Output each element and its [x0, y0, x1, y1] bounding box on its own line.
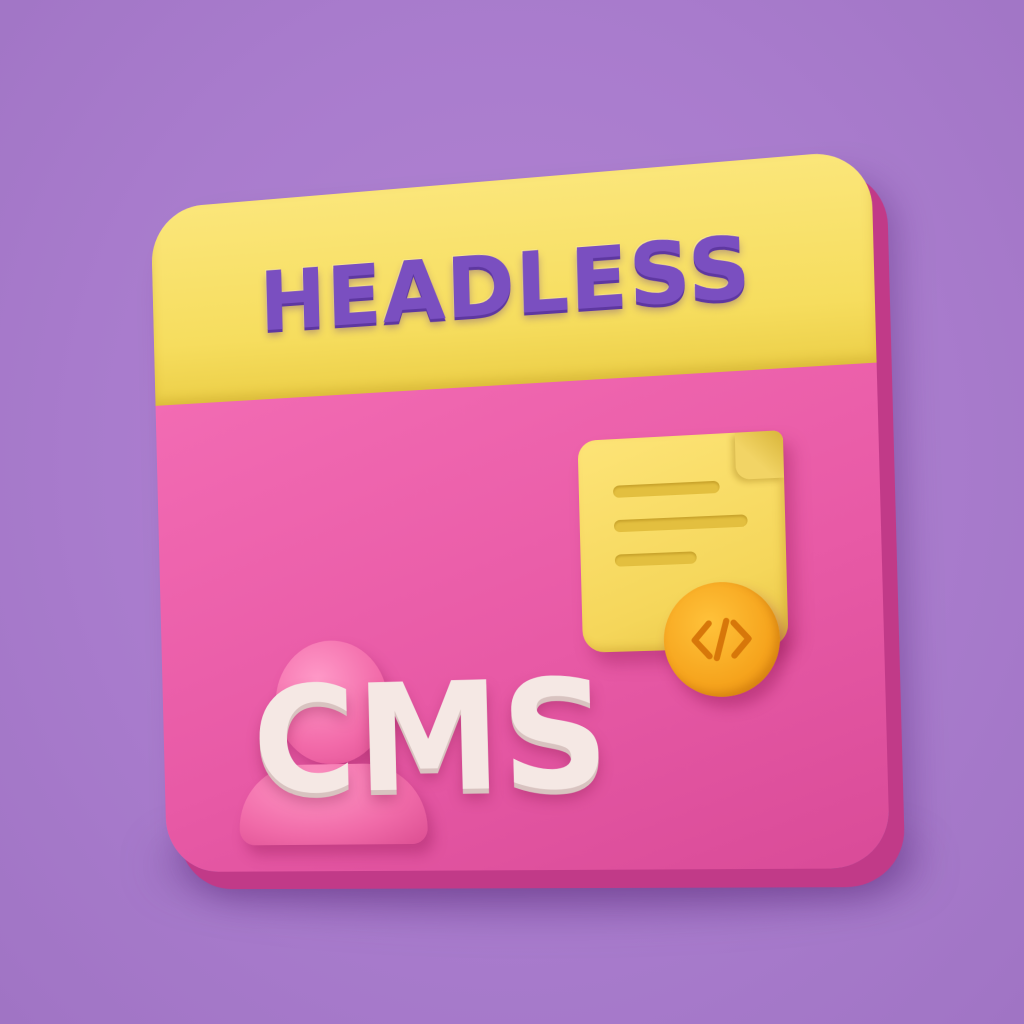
document-line: [613, 514, 748, 533]
scene: HEADLESS CMS: [0, 0, 1024, 1024]
cms-label: CMS: [250, 647, 612, 827]
document-line: [614, 551, 697, 567]
document-fold: [734, 430, 785, 480]
top-band: HEADLESS: [150, 149, 877, 406]
document-line: [612, 480, 720, 498]
headless-label: HEADLESS: [258, 216, 753, 350]
headless-cms-tile: HEADLESS CMS: [150, 149, 891, 873]
